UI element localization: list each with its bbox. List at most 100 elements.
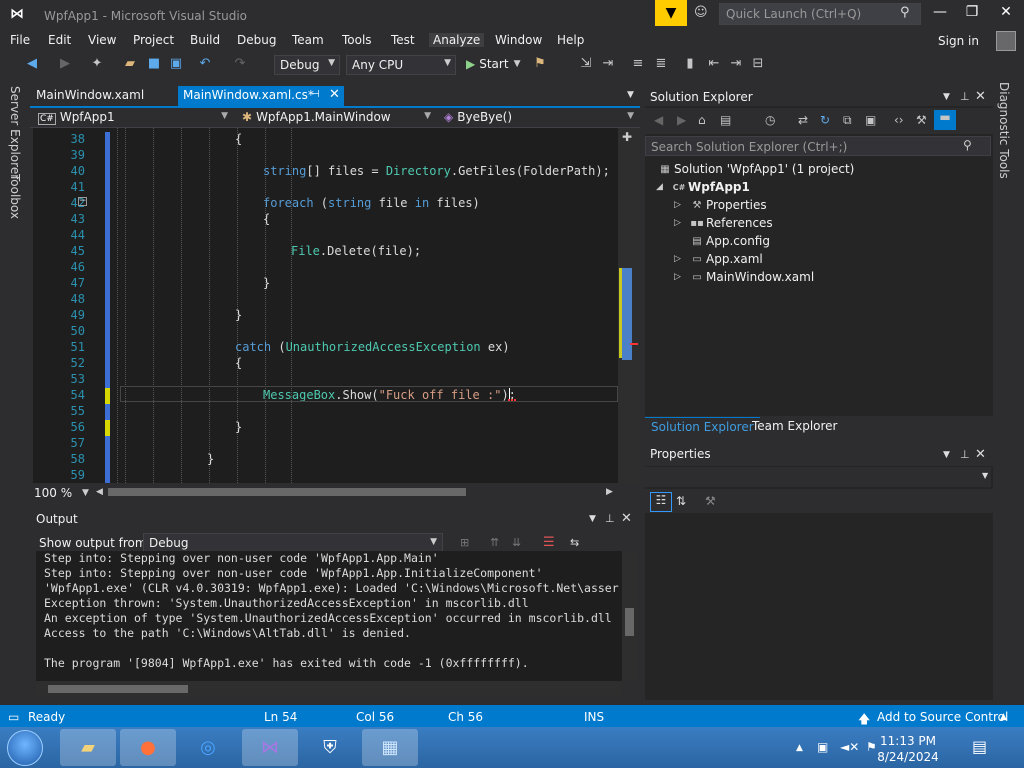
visual-studio-icon[interactable]: ⋈ [242,729,298,766]
code-line[interactable]: 43 { [33,212,618,228]
chrome-icon[interactable]: ◎ [180,729,236,766]
sync-icon[interactable]: ⇄ [798,113,808,127]
code-line[interactable]: 47} [33,276,618,292]
diagnostic-tools-tab[interactable]: Diagnostic Tools [997,82,1011,179]
tab-mainwindow-xaml[interactable]: MainWindow.xaml [30,86,175,106]
code-line[interactable]: 58} [33,452,618,468]
menu-window[interactable]: Window [495,33,542,47]
horizontal-scrollbar-thumb[interactable] [108,488,466,496]
menu-edit[interactable]: Edit [48,33,71,47]
bookmark-icon[interactable]: ▮ [682,56,698,72]
output-text[interactable]: Step into: Stepping over non-user code '… [36,551,622,681]
tree-item-app-config[interactable]: ▤ App.config [688,232,770,250]
collapse-all-icon[interactable]: ⧉ [843,113,852,128]
tree-item-references[interactable]: ▷ ▪▪ References [674,214,773,232]
menu-debug[interactable]: Debug [237,33,276,47]
solution-search-input[interactable]: Search Solution Explorer (Ctrl+;) [645,136,991,156]
control-panel-icon[interactable]: ▦ [362,729,418,766]
windows-defender-icon[interactable]: ⛨ [302,729,358,766]
save-all-icon[interactable]: ▣ [168,56,184,72]
comment-icon[interactable]: ≡ [630,56,646,72]
properties-icon[interactable]: ⚒ [916,113,927,127]
menu-test[interactable]: Test [391,33,415,47]
save-icon[interactable]: ■ [146,56,162,72]
code-line[interactable]: 51 catch (UnauthorizedAccessException ex) [33,340,618,356]
prev-message-icon[interactable]: ⇈ [490,536,499,549]
zoom-level[interactable]: 100 % [34,486,72,500]
class-dropdown[interactable]: ✱ WpfApp1.MainWindow ▼ [238,108,435,127]
property-pages-icon[interactable]: ⚒ [705,494,716,508]
clear-bookmarks-icon[interactable]: ⊟ [750,56,766,72]
navigate-forward-icon[interactable]: ▶ [57,56,73,72]
code-line[interactable]: 48 [33,292,618,308]
chevron-down-icon[interactable]: ▼ [589,514,596,524]
add-to-source-control[interactable]: Add to Source Control [877,710,1008,724]
notification-filter-icon[interactable]: ▼ [655,0,687,26]
code-line[interactable]: 41 [33,180,618,196]
member-dropdown[interactable]: ◈ ByeBye() ▼ [440,108,638,127]
scroll-right-icon[interactable]: ▶ [606,487,613,497]
code-line[interactable]: 42 foreach (string file in files) [33,196,618,212]
tab-solution-explorer[interactable]: Solution Explorer [645,417,760,436]
search-icon[interactable]: ⚲ [963,138,972,152]
code-line[interactable]: 38 { [33,132,618,148]
pin-icon[interactable]: ⊣ [311,89,320,100]
code-line[interactable]: 46 [33,260,618,276]
pin-icon[interactable]: ⊥ [960,448,970,461]
split-window-icon[interactable]: ✚ [622,130,632,144]
close-tab-icon[interactable]: ✕ [329,87,340,102]
system-clock[interactable]: 11:13 PM 8/24/2024 [868,733,948,765]
server-explorer-tab[interactable]: Server Explorer [8,86,22,179]
tab-overflow-icon[interactable]: ▼ [627,90,634,100]
code-line[interactable]: 56} [33,420,618,436]
chevron-down-icon[interactable]: ▼ [82,488,89,498]
code-line[interactable]: 55 [33,404,618,420]
show-all-files-icon[interactable]: ▣ [865,113,876,127]
menu-project[interactable]: Project [133,33,174,47]
menu-file[interactable]: File [10,33,30,47]
uncomment-icon[interactable]: ≣ [653,56,669,72]
step-into-icon[interactable]: ⇲ [578,56,594,72]
view-code-icon[interactable]: ‹› [894,113,904,127]
next-message-icon[interactable]: ⇊ [512,536,521,549]
menu-view[interactable]: View [88,33,116,47]
word-wrap-icon[interactable]: ⇆ [570,536,579,549]
project-dropdown[interactable]: C# WpfApp1 ▼ [34,108,232,127]
menu-team[interactable]: Team [292,33,324,47]
tree-solution[interactable]: ▦ Solution 'WpfApp1' (1 project) [656,160,854,178]
code-line[interactable]: 52 { [33,356,618,372]
start-button[interactable] [7,730,43,766]
next-bookmark-icon[interactable]: ⇥ [728,56,744,72]
chevron-down-icon[interactable]: ▼ [943,92,950,102]
code-editor[interactable]: 38 {39 40 string[] files = Directory.GetFil… [33,128,618,483]
step-over-icon[interactable]: ⇥ [600,56,616,72]
scroll-left-icon[interactable]: ◀ [96,487,103,497]
code-line[interactable]: 59 [33,468,618,483]
feedback-icon[interactable]: ☺ [694,5,712,23]
scrollbar-thumb[interactable] [622,268,632,360]
scrollbar-thumb[interactable] [625,608,634,636]
scrollbar-thumb[interactable] [48,685,188,693]
search-icon[interactable]: ⚲ [900,5,910,20]
quick-launch-input[interactable]: Quick Launch (Ctrl+Q) [719,3,921,25]
menu-tools[interactable]: Tools [342,33,372,47]
close-icon[interactable]: ✕ [975,89,986,104]
output-source-select[interactable]: Debug ▼ [143,533,443,553]
solution-platform-select[interactable]: Any CPU ▼ [346,55,456,75]
find-message-icon[interactable]: ⊞ [460,536,469,549]
tree-item-app-xaml[interactable]: ▷ ▭ App.xaml [674,250,763,268]
close-icon[interactable]: ✕ [975,447,986,462]
collapse-icon[interactable]: − [78,197,87,206]
network-icon[interactable]: ▣ [817,740,828,754]
back-icon[interactable]: ◀ [654,113,663,127]
code-line[interactable]: 45 File.Delete(file); [33,244,618,260]
code-line[interactable]: 57 [33,436,618,452]
forward-icon[interactable]: ▶ [677,113,686,127]
preview-icon[interactable]: ▬ [934,110,956,130]
pending-changes-icon[interactable]: ◷ [765,113,775,127]
volume-muted-icon[interactable]: ◄✕ [840,740,859,754]
show-hidden-icons[interactable]: ▲ [796,743,803,753]
home-icon[interactable]: ⌂ [698,113,706,127]
prev-bookmark-icon[interactable]: ⇤ [706,56,722,72]
clear-all-icon[interactable]: ☰ [543,535,555,550]
